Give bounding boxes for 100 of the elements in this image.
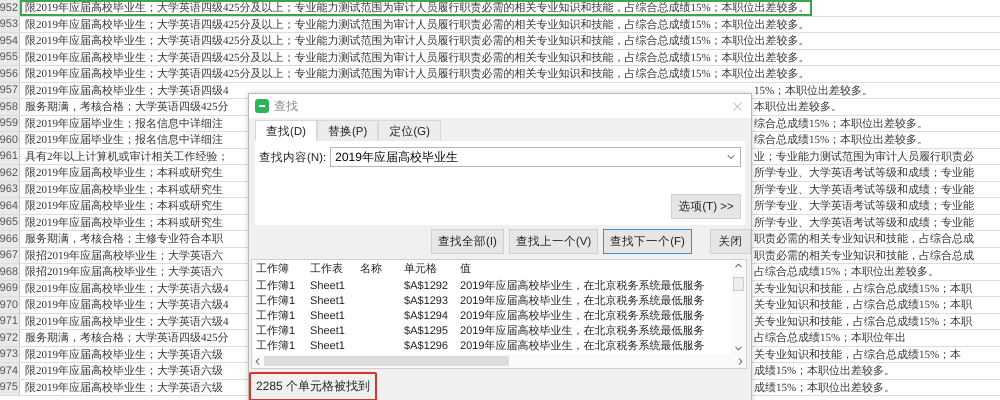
- cell-text: 综合总成绩15%；本职位出差较多。: [753, 132, 930, 148]
- find-button[interactable]: 查找上一个(V): [508, 229, 598, 254]
- row-number: 972: [0, 330, 20, 346]
- result-cell-text: 工作簿1: [256, 294, 296, 309]
- row-number: 966: [0, 231, 20, 246]
- cell-text: 服务期满，考核合格；大学英语四级425分: [24, 331, 230, 346]
- result-cell-text: Sheet1: [310, 339, 346, 354]
- cell-text: 服务期满，考核合格；主修专业符合本职: [24, 232, 224, 247]
- row-number: 954: [0, 33, 20, 48]
- row-number: 970: [0, 297, 20, 312]
- status-text: 2285 个单元格被找到: [249, 372, 378, 400]
- result-cell-text: Sheet1: [310, 294, 346, 309]
- result-cell-text: Sheet1: [310, 309, 346, 324]
- field-label: 查找内容(N):: [259, 150, 326, 164]
- cell-text: 本职位出差较多。: [753, 100, 843, 115]
- cell-text: 成绩15%；本职位出差较多。: [753, 380, 896, 396]
- find-button[interactable]: 查找下一个(F): [603, 229, 692, 254]
- row-number: 968: [0, 264, 20, 280]
- row-number: 969: [0, 280, 20, 296]
- column-header: 名称: [360, 262, 383, 277]
- vertical-scrollbar[interactable]: [731, 260, 746, 354]
- horizontal-scrollbar[interactable]: [252, 354, 746, 368]
- cell-text: 所学专业、大学英语考试等级和成绩；专业能: [753, 199, 975, 214]
- cell-text: 职责必需的相关专业知识和技能，占综合总成: [753, 248, 975, 264]
- result-cell-text: 工作簿1: [256, 339, 296, 354]
- result-cell-text: $A$1295: [404, 324, 450, 339]
- result-cell-text: Sheet1: [310, 324, 346, 339]
- scrollbar-thumb[interactable]: [264, 356, 509, 366]
- result-cell-text: 2019年应届高校毕业生，在北京税务系统最低服务: [460, 279, 706, 294]
- cell-text: 限2019年应届高校毕业生；本科或研究生: [24, 216, 224, 230]
- result-cell-text: 2019年应届高校毕业生，在北京税务系统最低服务: [460, 294, 706, 309]
- cell-text: 限2019年应届高校毕业生；大学英语六级: [24, 348, 224, 362]
- row-number: 971: [0, 314, 20, 329]
- column-header: 工作表: [310, 262, 344, 277]
- cell-text: 关专业知识和技能，占综合总成绩15%；本: [753, 348, 962, 362]
- result-cell-text: Sheet1: [310, 279, 346, 294]
- cell-text: 关专业知识和技能，占综合总成绩15%；本职: [753, 282, 974, 296]
- row-number: 957: [0, 82, 20, 98]
- result-cell-text: 2019年应届高校毕业生，在北京税务系统最低服务: [460, 339, 706, 354]
- options-button[interactable]: 选项(T) >>: [671, 194, 741, 219]
- cell-text: 限2019年应届高校毕业生；大学英语四级425分及以上；专业能力测试范围为审计人员履行职责必需的相关专业知识和技能，占综合总成绩15%；本职位出差较多。: [24, 50, 811, 66]
- row-number: 953: [0, 16, 20, 32]
- cell-text: 关专业知识和技能，占综合总成绩15%；本职: [753, 314, 974, 330]
- cell-text: 限2019年应届毕业生；报名信息中详细注: [24, 116, 224, 132]
- result-cell-text: $A$1294: [404, 309, 450, 324]
- cell-text: 限2019年应届高校毕业生；大学英语四级425分及以上；专业能力测试范围为审计人员履行职责必需的相关专业知识和技能，占综合总成绩15%；本职位出差较多。: [24, 66, 811, 82]
- dialog-tab[interactable]: 定位(G): [378, 120, 441, 141]
- cell-text: 限2019年应届高校毕业生；本科或研究生: [24, 166, 224, 181]
- row-number: 965: [0, 214, 20, 230]
- cell-text: 限2019年应届高校毕业生；大学英语四级425分及以上；专业能力测试范围为审计人员履行职责必需的相关专业知识和技能，占综合总成绩15%；本职位出差较多。: [20, 0, 812, 16]
- dialog-tab[interactable]: 查找(D): [255, 120, 317, 141]
- cell-text: 业；专业能力测试范围为审计人员履行职责必: [753, 150, 975, 164]
- close-button[interactable]: 关闭: [710, 229, 751, 254]
- cell-text: 限2019年应届高校毕业生；大学英语四级425分及以上；专业能力测试范围为审计人员履行职责必需的相关专业知识和技能，占综合总成绩15%；本职位出差较多。: [24, 34, 811, 49]
- dialog-tab[interactable]: 替换(P): [316, 120, 378, 141]
- cell-text: 所学专业、大学英语考试等级和成绩；专业能: [753, 216, 975, 230]
- cell-text: 限2019年应届高校毕业生；大学英语六级4: [24, 282, 230, 296]
- cell-text: 限2019年应届高校毕业生；本科或研究生: [24, 182, 224, 198]
- result-cell-text: $A$1292: [404, 279, 450, 294]
- cell-text: 服务期满，考核合格；大学英语四级425分: [24, 100, 230, 115]
- row-number: 952: [0, 0, 20, 16]
- cell-text: 所学专业、大学英语考试等级和成绩；专业能: [753, 166, 975, 181]
- row-number: 961: [0, 148, 20, 164]
- row-number: 975: [0, 380, 20, 395]
- cell-text: 关专业知识和技能，占综合总成绩15%；本职: [753, 298, 974, 313]
- cell-text: 限2019年应届高校毕业生；大学英语六级4: [24, 298, 230, 313]
- result-cell-text: 工作簿1: [256, 324, 296, 339]
- cell-text: 成绩15%；本职位出差较多。: [753, 364, 896, 379]
- cell-text: 占综合总成绩15%；本职位出差较多。: [753, 264, 940, 280]
- cell-text: 具有2年以上计算机或审计相关工作经验；: [24, 150, 230, 164]
- column-header: 单元格: [404, 262, 438, 277]
- result-cell-text: $A$1293: [404, 294, 450, 309]
- row-number: 963: [0, 182, 20, 197]
- row-number: 974: [0, 363, 20, 378]
- cell-text: 限2019年应届毕业生；报名信息中详细注: [24, 132, 224, 148]
- row-number: 962: [0, 165, 20, 180]
- cell-text: 综合总成绩15%；本职位出差较多。: [753, 116, 930, 132]
- cell-text: 限2019年应届高校毕业生；大学英语六级: [24, 380, 224, 396]
- cell-text: 限招2019年应届高校毕业生；大学英语六: [24, 264, 224, 280]
- cell-text: 15%；本职位出差较多。: [753, 84, 874, 98]
- scrollbar-thumb[interactable]: [733, 277, 744, 291]
- search-field[interactable]: 2019年应届高校毕业生: [330, 147, 741, 167]
- row-number: 967: [0, 248, 20, 263]
- row-number: 958: [0, 99, 20, 114]
- row-number: 959: [0, 116, 20, 131]
- row-number: 964: [0, 198, 20, 214]
- column-header: 工作簿: [256, 262, 290, 277]
- cell-text: 限2019年应届高校毕业生；大学英语四级425分及以上；专业能力测试范围为审计人员履行职责必需的相关专业知识和技能，占综合总成绩15%；本职位出差较多。: [24, 18, 811, 32]
- app-icon: [255, 99, 269, 113]
- find-button[interactable]: 查找全部(I): [431, 229, 504, 254]
- row-number: 960: [0, 132, 20, 148]
- result-cell-text: 2019年应届高校毕业生，在北京税务系统最低服务: [460, 324, 706, 339]
- cell-text: 所学专业、大学英语考试等级和成绩；专业能: [753, 182, 975, 198]
- row-number: 955: [0, 50, 20, 65]
- cell-text: 限2019年应届高校毕业生；本科或研究生: [24, 198, 224, 214]
- result-cell-text: $A$1296: [404, 339, 450, 354]
- row-number: 973: [0, 346, 20, 362]
- cell-text: 限2019年应届高校毕业生；大学英语六级4: [24, 314, 230, 330]
- cell-text: 限2019年应届高校毕业生；大学英语四级4: [24, 84, 230, 98]
- cell-text: 限2019年应届高校毕业生；大学英语六级: [24, 364, 224, 379]
